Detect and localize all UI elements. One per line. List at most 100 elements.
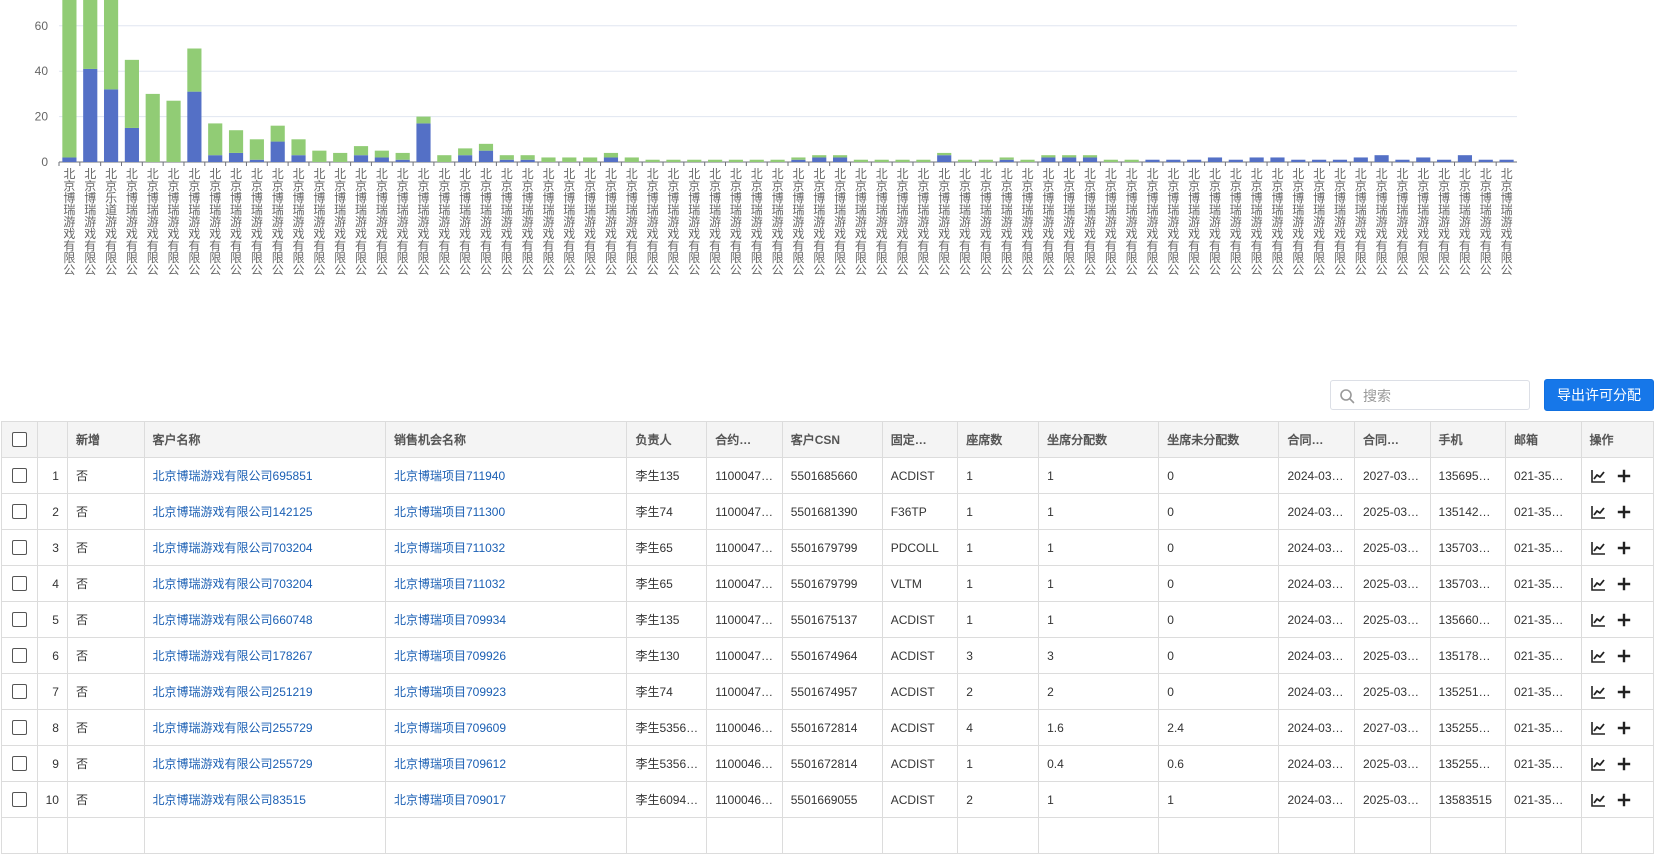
header-contract-start[interactable]: 合同… <box>1278 421 1355 458</box>
cell-opportunity-name-link[interactable]: 北京博瑞项目711032 <box>394 541 505 555</box>
row-select-cell[interactable] <box>0 529 39 566</box>
row-checkbox[interactable] <box>12 504 28 520</box>
cell-customer-name-link[interactable]: 北京博瑞游戏有限公司255729 <box>153 721 313 735</box>
add-icon[interactable] <box>1616 612 1632 628</box>
cell-customer-name: 北京博瑞游戏有限公司178267 <box>143 637 386 674</box>
table-row[interactable]: 4 否北京博瑞游戏有限公司703204 北京博瑞项目711032 李生65 110004… <box>0 565 1655 602</box>
add-icon[interactable] <box>1616 648 1632 664</box>
row-select-cell[interactable] <box>0 601 39 638</box>
trend-chart-icon[interactable] <box>1590 720 1606 736</box>
cell-phone: 13583515 <box>1429 781 1507 818</box>
header-customer-name[interactable]: 客户名称 <box>143 421 386 458</box>
x-category-label: 北京博瑞游戏有限公 <box>501 167 513 277</box>
trend-chart-icon[interactable] <box>1590 468 1606 484</box>
cell-opportunity-name-link[interactable]: 北京博瑞项目709923 <box>394 685 506 699</box>
table-row[interactable]: 9 否北京博瑞游戏有限公司255729 北京博瑞项目709612 李生5356… 110… <box>0 745 1655 782</box>
cell-customer-name-link[interactable]: 北京博瑞游戏有限公司83515 <box>153 793 306 807</box>
row-checkbox[interactable] <box>12 576 28 592</box>
add-icon[interactable] <box>1616 540 1632 556</box>
cell-opportunity-name-link[interactable]: 北京博瑞项目709609 <box>394 721 506 735</box>
table-row[interactable]: 7 否北京博瑞游戏有限公司251219 北京博瑞项目709923 李生74 110004… <box>0 673 1655 710</box>
cell-opportunity-name-link[interactable]: 北京博瑞项目709926 <box>394 649 506 663</box>
trend-chart-icon[interactable] <box>1590 504 1606 520</box>
cell-actions <box>1580 745 1655 782</box>
table-row[interactable]: 5 否北京博瑞游戏有限公司660748 北京博瑞项目709934 李生135 11000… <box>0 601 1655 638</box>
search-input[interactable] <box>1361 385 1525 407</box>
header-owner[interactable]: 负责人 <box>626 421 708 458</box>
row-checkbox[interactable] <box>12 756 28 772</box>
header-email[interactable]: 邮箱 <box>1505 421 1582 458</box>
cell-opportunity-name-link[interactable]: 北京博瑞项目709017 <box>394 793 506 807</box>
select-all-cell[interactable] <box>0 421 39 458</box>
cell-customer-name-link[interactable]: 北京博瑞游戏有限公司703204 <box>153 541 313 555</box>
cell-opportunity-name: 北京博瑞项目709923 <box>384 673 628 710</box>
row-checkbox[interactable] <box>12 468 28 484</box>
cell-contract-start: 2024-03… <box>1278 637 1355 674</box>
add-icon[interactable] <box>1616 576 1632 592</box>
header-assigned-seats[interactable]: 坐席分配数 <box>1038 421 1160 458</box>
header-customer-csn[interactable]: 客户CSN <box>781 421 883 458</box>
row-checkbox[interactable] <box>12 612 28 628</box>
cell-opportunity-name-link[interactable]: 北京博瑞项目709612 <box>394 757 506 771</box>
cell-customer-name-link[interactable]: 北京博瑞游戏有限公司178267 <box>153 649 313 663</box>
add-icon[interactable] <box>1616 756 1632 772</box>
row-checkbox[interactable] <box>12 720 28 736</box>
header-opportunity-name[interactable]: 销售机会名称 <box>384 421 628 458</box>
cell-opportunity-name-link[interactable]: 北京博瑞项目709934 <box>394 613 506 627</box>
cell-customer-name-link[interactable]: 北京博瑞游戏有限公司142125 <box>153 505 313 519</box>
cell-opportunity-name-link[interactable]: 北京博瑞项目711032 <box>394 577 505 591</box>
export-license-button[interactable]: 导出许可分配 <box>1544 379 1654 411</box>
trend-chart-icon[interactable] <box>1590 792 1606 808</box>
trend-chart-icon[interactable] <box>1590 648 1606 664</box>
cell-customer-name-link[interactable]: 北京博瑞游戏有限公司660748 <box>153 613 313 627</box>
cell-customer-name-link[interactable]: 北京博瑞游戏有限公司703204 <box>153 577 313 591</box>
cell-contract-start: 2024-03… <box>1278 457 1355 494</box>
cell-customer-name-link[interactable]: 北京博瑞游戏有限公司695851 <box>153 469 313 483</box>
table-row[interactable]: 2 否北京博瑞游戏有限公司142125 北京博瑞项目711300 李生74 110004… <box>0 493 1655 530</box>
row-select-cell[interactable] <box>0 709 39 746</box>
x-category-label: 北京博瑞游戏有限公 <box>1271 167 1283 277</box>
table-row[interactable]: 3 否北京博瑞游戏有限公司703204 北京博瑞项目711032 李生65 110004… <box>0 529 1655 566</box>
add-icon[interactable] <box>1616 504 1632 520</box>
row-select-cell[interactable] <box>0 493 39 530</box>
select-all-checkbox[interactable] <box>12 432 28 448</box>
header-seats[interactable]: 座席数 <box>957 421 1040 458</box>
header-contract-end[interactable]: 合同… <box>1354 421 1431 458</box>
row-select-cell[interactable] <box>0 673 39 710</box>
row-select-cell[interactable] <box>0 781 39 818</box>
trend-chart-icon[interactable] <box>1590 612 1606 628</box>
row-select-cell[interactable] <box>0 745 39 782</box>
trend-chart-icon[interactable] <box>1590 756 1606 772</box>
add-icon[interactable] <box>1616 792 1632 808</box>
table-row[interactable]: 10 否北京博瑞游戏有限公司83515 北京博瑞项目709017 李生6094… 110… <box>0 781 1655 818</box>
add-icon[interactable] <box>1616 720 1632 736</box>
trend-chart-icon[interactable] <box>1590 576 1606 592</box>
header-fixed[interactable]: 固定… <box>881 421 959 458</box>
trend-chart-icon[interactable] <box>1590 684 1606 700</box>
cell-opportunity-name-link[interactable]: 北京博瑞项目711300 <box>394 505 505 519</box>
header-contract[interactable]: 合约… <box>706 421 783 458</box>
row-checkbox[interactable] <box>12 540 28 556</box>
bar-segment-series-0 <box>478 150 494 162</box>
cell-customer-name-link[interactable]: 北京博瑞游戏有限公司255729 <box>153 757 313 771</box>
trend-chart-icon[interactable] <box>1590 540 1606 556</box>
bar-segment-series-1 <box>874 159 889 162</box>
cell-opportunity-name-link[interactable]: 北京博瑞项目711940 <box>394 469 505 483</box>
header-new[interactable]: 新增 <box>66 421 145 458</box>
row-checkbox[interactable] <box>12 648 28 664</box>
cell-customer-name-link[interactable]: 北京博瑞游戏有限公司251219 <box>153 685 313 699</box>
add-icon[interactable] <box>1616 468 1632 484</box>
row-checkbox[interactable] <box>12 792 28 808</box>
row-checkbox[interactable] <box>12 684 28 700</box>
header-phone[interactable]: 手机 <box>1429 421 1507 458</box>
table-row[interactable]: 6 否北京博瑞游戏有限公司178267 北京博瑞项目709926 李生130 11000… <box>0 637 1655 674</box>
table-row[interactable]: 1 否北京博瑞游戏有限公司695851 北京博瑞项目711940 李生135 11000… <box>0 457 1655 494</box>
search-box[interactable] <box>1330 380 1530 410</box>
row-select-cell[interactable] <box>0 565 39 602</box>
cell-email: 021-35… <box>1505 709 1582 746</box>
row-select-cell[interactable] <box>0 457 39 494</box>
header-unassigned-seats[interactable]: 坐席未分配数 <box>1158 421 1280 458</box>
add-icon[interactable] <box>1616 684 1632 700</box>
row-select-cell[interactable] <box>0 637 39 674</box>
table-row[interactable]: 8 否北京博瑞游戏有限公司255729 北京博瑞项目709609 李生5356… 110… <box>0 709 1655 746</box>
